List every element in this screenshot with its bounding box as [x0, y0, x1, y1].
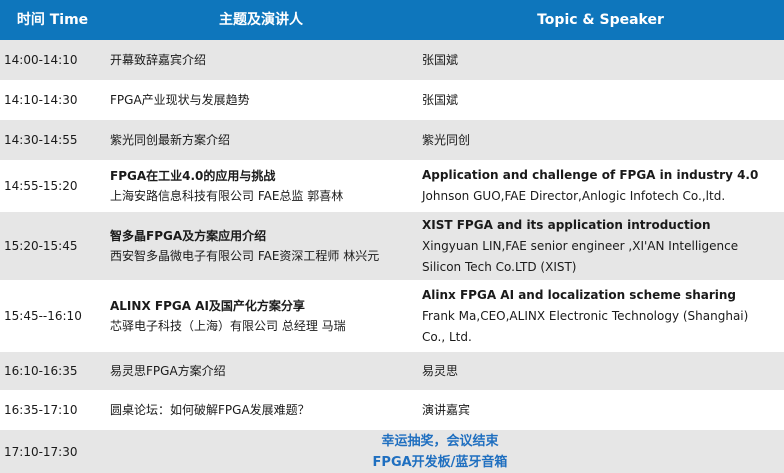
table-header: 时间 Time 主题及演讲人 Topic & Speaker: [0, 0, 784, 40]
speaker-info-en-cont: Silicon Tech Co.LTD (XIST): [422, 259, 577, 274]
table-row: 14:10-14:30 FPGA产业现状与发展趋势 张国斌: [0, 80, 784, 120]
topic-title: FPGA产业现状与发展趋势: [110, 93, 250, 107]
closing-line-2: FPGA开发板/蓝牙音箱: [372, 454, 508, 470]
closing-row: 17:10-17:30 幸运抽奖，会议结束 FPGA开发板/蓝牙音箱: [0, 430, 784, 473]
topic-title: 紫光同创最新方案介绍: [110, 133, 231, 147]
row-topic-zh: ALINX FPGA AI及国产化方案分享 芯驿电子科技（上海）有限公司 总经理…: [110, 280, 415, 352]
topic-title: 易灵思FPGA方案介绍: [110, 364, 226, 378]
row-topic-zh: 圆桌论坛：如何破解FPGA发展难题？: [110, 390, 415, 430]
speaker-info-en: Johnson GUO,FAE Director,Anlogic Infotec…: [422, 189, 726, 203]
topic-title-en: XIST FPGA and its application introducti…: [422, 217, 711, 232]
speaker: 演讲嘉宾: [422, 402, 471, 417]
row-topic-en: 演讲嘉宾: [422, 390, 784, 430]
closing-message: 幸运抽奖，会议结束 FPGA开发板/蓝牙音箱: [280, 430, 600, 473]
row-topic-en: 张国斌: [422, 40, 784, 80]
row-topic-zh: 紫光同创最新方案介绍: [110, 120, 415, 160]
header-topic-en: Topic & Speaker: [537, 12, 664, 28]
table-row: 14:00-14:10 开幕致辞嘉宾介绍 张国斌: [0, 40, 784, 80]
topic-title-en: Alinx FPGA AI and localization scheme sh…: [422, 287, 737, 302]
speaker-info-en-cont: Co., Ltd.: [422, 329, 472, 344]
speaker-info: 上海安路信息科技有限公司 FAE总监 郭喜林: [110, 189, 344, 203]
row-time: 14:10-14:30: [4, 93, 78, 107]
topic-title: ALINX FPGA AI及国产化方案分享: [110, 299, 305, 313]
row-topic-en: 紫光同创: [422, 120, 784, 160]
topic-title: 智多晶FPGA及方案应用介绍: [110, 229, 267, 243]
speaker-info-en: Frank Ma,CEO,ALINX Electronic Technology…: [422, 308, 749, 323]
speaker: 张国斌: [422, 52, 459, 67]
topic-title-en: Application and challenge of FPGA in ind…: [422, 168, 759, 182]
row-topic-en: 易灵思: [422, 352, 784, 390]
speaker: 张国斌: [422, 92, 459, 107]
table-row: 15:20-15:45 智多晶FPGA及方案应用介绍 西安智多晶微电子有限公司 …: [0, 212, 784, 280]
speaker-info-en: Xingyuan LIN,FAE senior engineer ,XI'AN …: [422, 238, 739, 253]
header-topic-zh: 主题及演讲人: [219, 12, 303, 28]
header-time: 时间 Time: [16, 12, 89, 28]
table-row: 16:10-16:35 易灵思FPGA方案介绍 易灵思: [0, 352, 784, 390]
table-row: 15:45--16:10 ALINX FPGA AI及国产化方案分享 芯驿电子科…: [0, 280, 784, 352]
row-topic-zh: 智多晶FPGA及方案应用介绍 西安智多晶微电子有限公司 FAE资深工程师 林兴元: [110, 212, 415, 280]
row-topic-zh: FPGA产业现状与发展趋势: [110, 80, 415, 120]
speaker-info: 西安智多晶微电子有限公司 FAE资深工程师 林兴元: [110, 249, 380, 263]
topic-title: FPGA在工业4.0的应用与挑战: [110, 169, 276, 183]
row-time: 14:30-14:55: [4, 133, 78, 147]
row-topic-en: 张国斌: [422, 80, 784, 120]
row-topic-en: Application and challenge of FPGA in ind…: [422, 160, 784, 212]
topic-title: 开幕致辞嘉宾介绍: [110, 53, 207, 67]
table-row: 16:35-17:10 圆桌论坛：如何破解FPGA发展难题？ 演讲嘉宾: [0, 390, 784, 430]
row-time: 14:00-14:10: [4, 53, 78, 67]
table-row: 14:30-14:55 紫光同创最新方案介绍 紫光同创: [0, 120, 784, 160]
topic-title: 圆桌论坛：如何破解FPGA发展难题？: [110, 403, 310, 417]
row-topic-zh: FPGA在工业4.0的应用与挑战 上海安路信息科技有限公司 FAE总监 郭喜林: [110, 160, 415, 212]
row-time: 16:35-17:10: [4, 403, 78, 417]
closing-line-1: 幸运抽奖，会议结束: [381, 433, 499, 449]
speaker: 易灵思: [422, 363, 459, 378]
row-time: 16:10-16:35: [4, 364, 78, 378]
agenda-table: 时间 Time 主题及演讲人 Topic & Speaker 14:00-14:…: [0, 0, 784, 473]
table-row: 14:55-15:20 FPGA在工业4.0的应用与挑战 上海安路信息科技有限公…: [0, 160, 784, 212]
speaker-info: 芯驿电子科技（上海）有限公司 总经理 马瑞: [110, 319, 346, 333]
row-time: 17:10-17:30: [4, 444, 78, 459]
row-time: 15:20-15:45: [4, 239, 78, 253]
row-time: 15:45--16:10: [4, 309, 82, 323]
row-topic-zh: 易灵思FPGA方案介绍: [110, 352, 415, 390]
row-time: 14:55-15:20: [4, 179, 78, 193]
row-topic-zh: 开幕致辞嘉宾介绍: [110, 40, 415, 80]
row-topic-en: Alinx FPGA AI and localization scheme sh…: [422, 280, 784, 352]
speaker: 紫光同创: [422, 132, 471, 147]
row-topic-en: XIST FPGA and its application introducti…: [422, 212, 784, 280]
